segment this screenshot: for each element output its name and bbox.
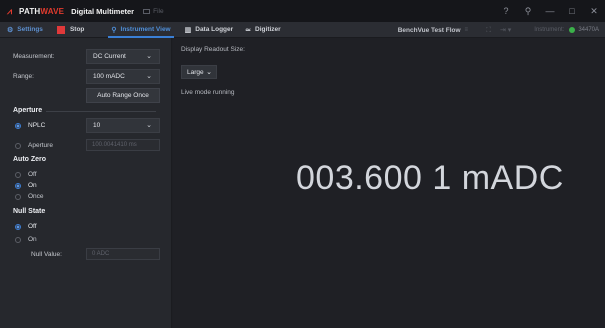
digitizer-label: Digitizer	[255, 26, 281, 33]
instrument-display: Display Readout Size: Large ⌄ Live mode …	[173, 38, 605, 328]
radio-unselected-icon	[15, 193, 21, 200]
nplc-radio[interactable]: NPLC	[15, 122, 45, 129]
main-toolbar: ⚙ Settings Stop ⚲ Instrument View ▥ Data…	[0, 22, 605, 38]
null-off-label: Off	[28, 223, 37, 230]
readout-size-dropdown[interactable]: Large ⌄	[181, 65, 217, 79]
magnifier-icon: ⚲	[111, 26, 117, 34]
auto-zero-on-radio[interactable]: On	[15, 182, 37, 189]
measurement-label: Measurement:	[13, 53, 55, 60]
range-dropdown[interactable]: 100 mADC ⌄	[86, 69, 160, 84]
radio-selected-icon	[15, 122, 21, 129]
tab-instrument-view[interactable]: ⚲ Instrument View	[108, 22, 174, 38]
keysight-wave-icon: ⩘	[7, 5, 13, 16]
auto-zero-off-radio[interactable]: Off	[15, 171, 37, 178]
connected-status-icon	[569, 27, 576, 33]
radio-selected-icon	[15, 223, 21, 230]
auto-range-once-button[interactable]: Auto Range Once	[86, 88, 160, 103]
section-divider	[46, 111, 156, 112]
minimize-icon[interactable]: —	[539, 6, 561, 16]
file-menu-label: File	[153, 7, 164, 15]
chevron-down-icon: ⌄	[146, 122, 152, 129]
null-on-radio[interactable]: On	[15, 236, 37, 243]
live-status-text: Live mode running	[181, 89, 235, 96]
auto-zero-off-label: Off	[28, 171, 37, 178]
stop-icon	[56, 25, 65, 34]
brand-accent: WAVE	[40, 6, 65, 16]
auto-zero-on-label: On	[28, 182, 37, 189]
auto-zero-once-radio[interactable]: Once	[15, 193, 44, 200]
readout-size-label: Display Readout Size:	[181, 46, 245, 53]
pathwave-logo: ⩘ PATH WAVE	[7, 5, 65, 16]
toolbar-icons: ⛶ ⇥ ▾	[486, 26, 520, 35]
settings-panel: Measurement: DC Current ⌄ Range: 100 mAD…	[0, 38, 172, 328]
nplc-label: NPLC	[28, 122, 46, 129]
account-icon[interactable]: ⚲	[517, 6, 539, 17]
chevron-down-icon: ⌄	[206, 69, 212, 76]
brand-primary: PATH	[19, 6, 41, 16]
null-value-input[interactable]: 0 ADC	[86, 248, 160, 260]
null-on-label: On	[28, 236, 37, 243]
instrument-label: Instrument:	[534, 27, 565, 33]
measurement-reading: 003.600 1 mADC	[296, 159, 564, 197]
measurement-dropdown[interactable]: DC Current ⌄	[86, 49, 160, 64]
settings-button[interactable]: ⚙ Settings	[7, 22, 43, 38]
null-state-heading: Null State	[13, 208, 46, 215]
auto-zero-once-label: Once	[28, 193, 44, 200]
bar-chart-icon: ▥	[184, 26, 192, 34]
null-value-label: Null Value:	[31, 251, 62, 258]
null-off-radio[interactable]: Off	[15, 223, 37, 230]
nplc-value: 10	[93, 122, 101, 129]
radio-unselected-icon	[15, 236, 21, 243]
measurement-value: DC Current	[93, 53, 126, 60]
instrument-name[interactable]: 34470A	[578, 27, 599, 33]
export-icon[interactable]: ⇥ ▾	[500, 27, 511, 34]
range-value: 100 mADC	[93, 73, 125, 80]
settings-label: Settings	[17, 26, 43, 33]
chevron-down-icon: ⌄	[146, 53, 152, 60]
auto-zero-heading: Auto Zero	[13, 156, 47, 163]
chevron-down-icon: ⌄	[146, 73, 152, 80]
close-icon[interactable]: ✕	[583, 6, 605, 17]
data-logger-label: Data Logger	[195, 26, 234, 33]
aperture-heading: Aperture	[13, 107, 43, 114]
waveform-icon: ≃	[245, 26, 252, 34]
app-title: Digital Multimeter	[71, 6, 135, 16]
stop-button[interactable]: Stop	[56, 22, 85, 38]
instrument-view-label: Instrument View	[120, 26, 171, 33]
file-menu[interactable]: File	[143, 7, 164, 15]
maximize-icon[interactable]: □	[561, 6, 583, 16]
title-bar: ⩘ PATH WAVE Digital Multimeter File ? ⚲ —…	[0, 0, 605, 22]
screenshot-icon[interactable]: ⛶	[486, 27, 491, 34]
tab-digitizer[interactable]: ≃ Digitizer	[245, 22, 281, 38]
window-controls: ? ⚲ — □ ✕	[495, 0, 605, 22]
radio-unselected-icon	[15, 142, 21, 149]
aperture-label: Aperture	[28, 142, 53, 149]
toolbar-right: BenchVue Test Flow ≡ ⛶ ⇥ ▾ Instrument: 34…	[398, 22, 605, 38]
radio-selected-icon	[15, 182, 21, 189]
range-label: Range:	[13, 73, 34, 80]
aperture-input[interactable]: 100.0041410 ms	[86, 139, 160, 151]
readout-size-value: Large	[187, 68, 204, 76]
benchvue-badge: ≡	[464, 27, 469, 33]
aperture-radio[interactable]: Aperture	[15, 142, 53, 149]
tab-data-logger[interactable]: ▥ Data Logger	[185, 22, 234, 38]
stop-label: Stop	[69, 26, 85, 33]
help-icon[interactable]: ?	[495, 6, 517, 16]
gear-icon: ⚙	[7, 26, 14, 34]
file-icon	[143, 8, 151, 14]
nplc-dropdown[interactable]: 10 ⌄	[86, 118, 160, 133]
radio-unselected-icon	[15, 171, 21, 178]
benchvue-test-flow-button[interactable]: BenchVue Test Flow	[398, 27, 461, 34]
